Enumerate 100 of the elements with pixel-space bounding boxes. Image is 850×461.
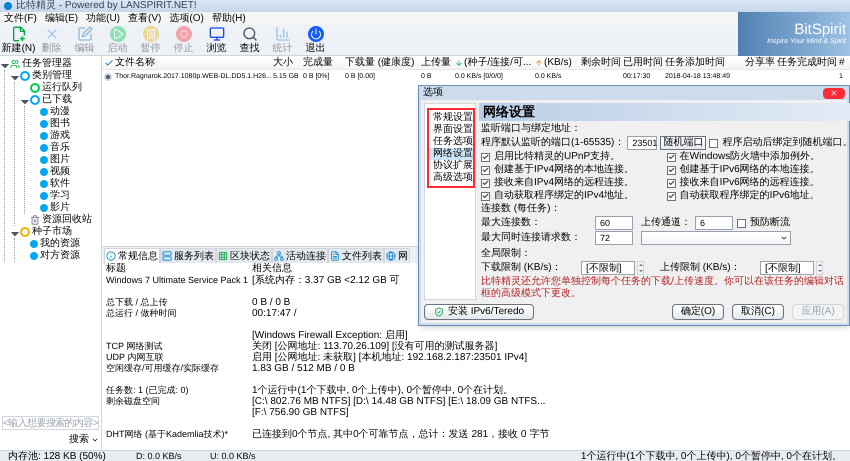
tab[interactable]: 活动连接	[272, 248, 328, 263]
menu-item[interactable]: 功能(U)	[86, 12, 120, 25]
column-header[interactable]: 任务添加时间	[665, 56, 725, 68]
tab[interactable]: 网	[384, 248, 410, 263]
checkbox[interactable]	[709, 138, 718, 148]
column-header[interactable]: 已用时间	[623, 56, 663, 68]
spin-icon[interactable]	[637, 261, 644, 275]
info-value: [F:\ 756.90 GB NTFS]	[252, 407, 349, 418]
tab[interactable]: 常规信息	[104, 248, 160, 263]
checkbox[interactable]	[481, 178, 490, 188]
info-label: Windows 7 Ultimate Service Pack 1	[106, 275, 248, 286]
file-plus-icon	[10, 26, 26, 42]
nav-item[interactable]: 常规设置	[429, 112, 473, 124]
dropdown[interactable]	[641, 231, 791, 245]
field-label: 最大连接数：	[481, 217, 542, 229]
section-label: 连接数 (每任务)：	[481, 203, 562, 215]
toolbar-button[interactable]: 浏览	[200, 25, 233, 55]
max-requests-field[interactable]: 72	[595, 231, 633, 245]
tree-item[interactable]: 任务管理器	[22, 58, 72, 70]
column-header[interactable]: 上传量	[421, 56, 451, 68]
checkbox[interactable]	[737, 218, 746, 228]
nav-item[interactable]: 网络设置	[429, 148, 473, 160]
menu-item[interactable]: 编辑(E)	[44, 12, 78, 25]
tree-item[interactable]: 类别管理	[32, 70, 72, 82]
cancel-button[interactable]: 取消(C)	[732, 304, 784, 320]
tree-item[interactable]: 种子市场	[32, 226, 72, 238]
tree-item[interactable]: 我的资源	[40, 238, 80, 250]
nav-item[interactable]: 协议扩展	[429, 160, 473, 172]
tree-item[interactable]: 图书	[50, 118, 70, 130]
column-header[interactable]: 大小	[273, 56, 293, 68]
info-value: 1个运行中(1个下载中, 0个上传中), 0个暂停中, 0个在计划。	[252, 385, 514, 396]
checkbox[interactable]	[666, 152, 676, 162]
column-header[interactable]: 完成量	[303, 56, 333, 68]
ok-button[interactable]: 确定(O)	[672, 304, 724, 320]
nav-item[interactable]: 高级选项	[429, 172, 473, 184]
checkbox[interactable]	[666, 166, 676, 174]
tree-item[interactable]: 视频	[50, 166, 70, 178]
tab[interactable]: 服务列表	[160, 248, 216, 263]
checkbox[interactable]	[481, 166, 490, 174]
column-header[interactable]: 分享率	[745, 56, 775, 68]
column-header[interactable]: 任务完成时间	[777, 56, 837, 68]
tree-item[interactable]: 软件	[50, 178, 70, 190]
tree-item[interactable]: 运行队列	[42, 82, 82, 94]
info-label: 剩余磁盘空间	[106, 396, 160, 407]
search-button[interactable]: 搜索	[69, 434, 99, 446]
port-field[interactable]: 23501	[627, 136, 658, 150]
toolbar-button[interactable]: 退出	[299, 25, 332, 55]
upload-slots-field[interactable]: 6	[695, 216, 733, 230]
nav-item[interactable]: 界面设置	[429, 124, 473, 136]
tree-item[interactable]: 图片	[50, 154, 70, 166]
column-header[interactable]: 下载量 (健康度)	[345, 56, 414, 68]
tree-item[interactable]: 音乐	[50, 142, 70, 154]
app-icon	[4, 2, 12, 10]
search-field[interactable]: <输入想要搜索的内容>	[2, 416, 99, 430]
nav-item[interactable]: 任务选项	[429, 136, 473, 148]
menu-item[interactable]: 帮助(H)	[212, 12, 246, 25]
column-header: 标题	[106, 263, 127, 275]
status-text: U: 0.0 KB/s	[210, 450, 256, 461]
close-button[interactable]	[823, 88, 845, 98]
checkbox[interactable]	[481, 152, 490, 162]
stop-icon	[176, 26, 192, 42]
edit-icon	[76, 26, 92, 42]
info-value: [系统内存：3.37 GB <2.12 GB 可	[252, 275, 400, 286]
column-header[interactable]: (种子/连接/可...	[464, 56, 532, 68]
checkbox[interactable]	[481, 192, 490, 200]
tree-item[interactable]: 对方资源	[40, 250, 80, 262]
menu-item[interactable]: 查看(V)	[128, 12, 162, 25]
spin-icon[interactable]	[816, 261, 823, 275]
column-header[interactable]: (KB/s)	[544, 56, 572, 68]
tree-item[interactable]: 学习	[50, 190, 70, 202]
toolbar-button[interactable]: 新建(N)	[2, 25, 35, 55]
limit-field[interactable]: [不限制]	[760, 261, 814, 275]
grid-icon	[218, 251, 228, 261]
tab[interactable]: 文件列表	[328, 248, 384, 263]
tree-item[interactable]: 游戏	[50, 130, 70, 142]
info-value: 关闭 [公网地址: 113.70.26.109] [没有可用的测试服务器]	[252, 341, 498, 352]
menu-item[interactable]: 选项(O)	[169, 12, 204, 25]
tab[interactable]: 区块状态	[216, 248, 272, 263]
checkbox-label: 接收来自IPv4网络的远程连接。	[494, 177, 634, 189]
logo-text: BitSpirit	[794, 22, 846, 38]
limit-field[interactable]: [不限制]	[581, 261, 635, 275]
field-label: 下载限制 (KB/s)：	[481, 262, 563, 274]
chart-icon	[274, 26, 290, 42]
tree-item[interactable]: 动漫	[50, 106, 70, 118]
checkbox[interactable]	[666, 178, 676, 188]
column-header[interactable]: #	[839, 56, 845, 68]
column-header[interactable]: 剩余时间	[581, 56, 621, 68]
tree-item[interactable]: 影片	[50, 202, 70, 214]
column-header[interactable]: 文件名称	[115, 56, 155, 68]
checkbox[interactable]	[666, 192, 676, 200]
tree-item[interactable]: 已下载	[42, 94, 72, 106]
tree-item[interactable]: 资源回收站	[42, 214, 92, 226]
toolbar-button[interactable]: 查找	[233, 25, 266, 55]
menu-item[interactable]: 文件(F)	[4, 12, 37, 25]
info-label: TCP 网络测试	[106, 341, 162, 352]
info-label: DHT网络 (基于Kademlia技术)*	[106, 429, 228, 440]
max-connections-field[interactable]: 60	[595, 216, 633, 230]
random-port-button[interactable]: 随机端口	[660, 136, 706, 150]
trash-icon	[30, 215, 40, 225]
ipv6-button[interactable]: 安装 IPv6/Teredo	[424, 304, 534, 320]
